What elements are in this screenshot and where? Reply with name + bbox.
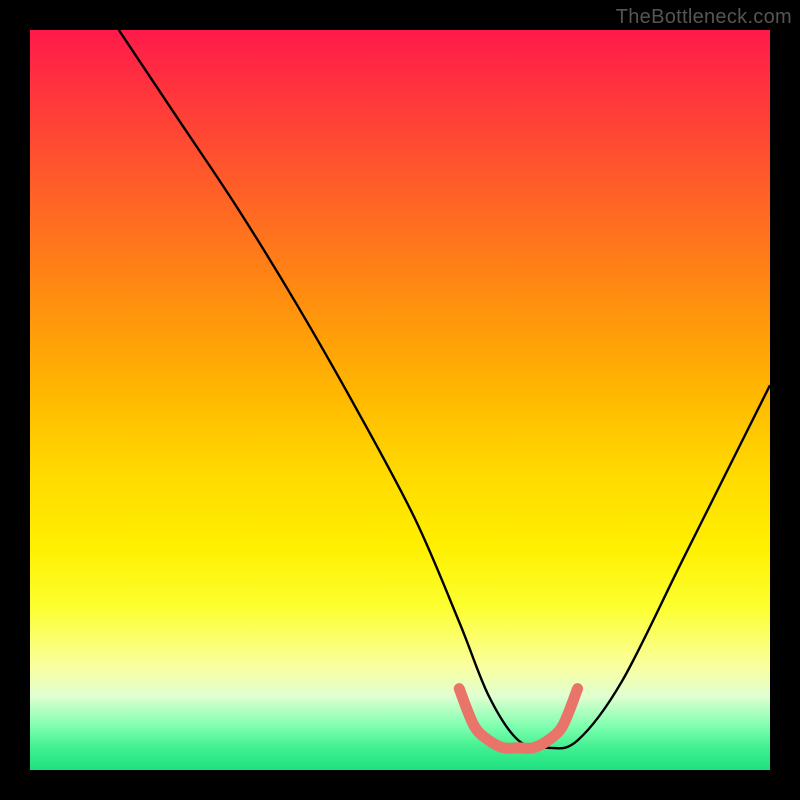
- chart-svg: [30, 30, 770, 770]
- bottleneck-curve: [119, 30, 770, 748]
- watermark-text: TheBottleneck.com: [616, 6, 792, 29]
- chart-plot-area: [30, 30, 770, 770]
